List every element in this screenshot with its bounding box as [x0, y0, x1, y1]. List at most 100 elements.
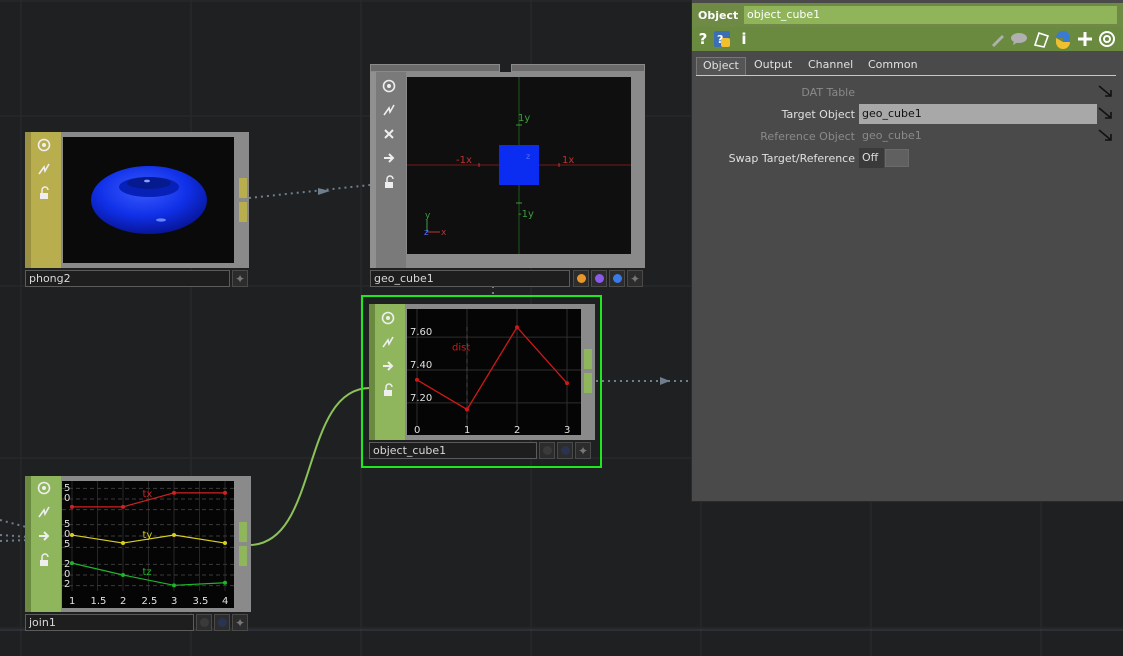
bypass-icon[interactable]: [379, 100, 399, 120]
x-tick-label: 3.5: [193, 596, 209, 607]
comment-icon[interactable]: [1010, 29, 1028, 49]
node-label[interactable]: object_cube1: [369, 442, 537, 459]
x-tick-label: 1: [464, 425, 470, 435]
plus-icon: ✦: [577, 443, 589, 458]
clone-icon[interactable]: [1032, 29, 1050, 49]
dist-chart: 0 1 2 3 7.20 7.40 7.60 dist: [407, 309, 581, 435]
geo-viewer[interactable]: 1y -1y -1x 1x z y z x: [407, 77, 631, 254]
wire-phong2-to-geo: [248, 184, 371, 199]
node-phong2[interactable]: phong2 ✦: [25, 132, 249, 287]
object-output-connector-2[interactable]: [584, 373, 592, 393]
target-object-field[interactable]: geo_cube1: [859, 104, 1097, 124]
bypass-icon[interactable]: [34, 502, 54, 522]
python-help-icon[interactable]: ?: [712, 29, 732, 49]
data-point-ty: [223, 541, 227, 546]
data-point-tx: [172, 490, 176, 495]
y-tick-label: 2: [64, 579, 70, 590]
node-join1[interactable]: 1 1.5 2 2.5 3 3.5 4 5 0 tx 5 0 5 ty 2 0 2 tz join1 ✦: [25, 476, 251, 632]
phong2-strip: [25, 132, 61, 268]
node-label[interactable]: join1: [25, 614, 194, 631]
param-label-reference-object: Reference Object: [760, 130, 855, 143]
close-icon[interactable]: [379, 124, 399, 144]
tab-common[interactable]: Common: [862, 57, 924, 75]
help-button[interactable]: ?: [696, 29, 710, 49]
lock-icon[interactable]: [34, 183, 54, 203]
tab-channel[interactable]: Channel: [802, 57, 859, 75]
add-icon[interactable]: [1076, 29, 1094, 49]
node-object_cube1[interactable]: 0 1 2 3 7.20 7.40 7.60 dist object_cube1 ✦: [361, 295, 602, 468]
lock-icon[interactable]: [34, 550, 54, 570]
plus-icon: ✦: [234, 615, 246, 630]
reference-object-field[interactable]: geo_cube1: [859, 126, 1097, 146]
flag-dark-blue[interactable]: [557, 442, 573, 459]
python-icon[interactable]: [1054, 29, 1072, 49]
viewer-toggle-icon[interactable]: [34, 135, 54, 155]
flag-orange[interactable]: [573, 270, 589, 287]
data-point-dist: [465, 407, 469, 412]
info-button[interactable]: i: [738, 29, 750, 49]
display-flag[interactable]: ✦: [575, 442, 591, 459]
series-line-dist: [416, 326, 568, 411]
y-tick-label: 7.20: [410, 393, 432, 404]
txyz-chart: 1 1.5 2 2.5 3 3.5 450 tx505ty202tz: [62, 481, 234, 607]
drop-arrow-icon[interactable]: [1097, 84, 1115, 100]
arrow-right-icon[interactable]: [379, 148, 399, 168]
arrow-right-icon[interactable]: [378, 356, 398, 376]
display-flag[interactable]: ✦: [232, 270, 248, 287]
x-tick-label: 2: [120, 596, 126, 607]
flag-dark-blue[interactable]: [214, 614, 230, 631]
join-output-connector-2[interactable]: [239, 546, 247, 566]
flag-dot: [612, 274, 622, 283]
flag-gray[interactable]: [196, 614, 212, 631]
flag-purple[interactable]: [591, 270, 607, 287]
node-label[interactable]: geo_cube1: [370, 270, 570, 287]
phong2-output-connector-2[interactable]: [239, 202, 247, 222]
x-tick-label: 1.5: [91, 596, 107, 607]
target-icon[interactable]: [1098, 29, 1116, 49]
flag-dot: [199, 618, 209, 627]
data-point-dist: [565, 381, 569, 386]
node-label[interactable]: phong2: [25, 270, 230, 287]
viewer-toggle-icon[interactable]: [34, 478, 54, 498]
viewer-toggle-icon[interactable]: [378, 308, 398, 328]
axis-label-pos-x: 1x: [562, 155, 574, 166]
drop-arrow-icon[interactable]: [1097, 106, 1115, 122]
x-tick-label: 3: [171, 596, 177, 607]
object-chop-viewer[interactable]: 0 1 2 3 7.20 7.40 7.60 dist: [407, 309, 581, 435]
tab-object[interactable]: Object: [696, 57, 746, 75]
series-label-tx: tx: [143, 489, 153, 500]
join-output-connector[interactable]: [239, 522, 247, 542]
edit-icon[interactable]: [988, 29, 1006, 49]
arrow-right-icon[interactable]: [34, 526, 54, 546]
join-chop-viewer[interactable]: 1 1.5 2 2.5 3 3.5 4 5 0 tx 5 0 5 ty 2 0 2 tz: [62, 481, 234, 608]
display-flag[interactable]: ✦: [232, 614, 248, 631]
data-point-dist: [415, 377, 419, 382]
data-point-tx: [70, 504, 74, 509]
flag-blue[interactable]: [609, 270, 625, 287]
object-output-connector[interactable]: [584, 349, 592, 369]
viewer-toggle-icon[interactable]: [379, 76, 399, 96]
node-geo_cube1[interactable]: 1y -1y -1x 1x z y z x geo_cube1 ✦: [370, 64, 645, 287]
swap-toggle[interactable]: Off: [859, 148, 884, 168]
lock-icon[interactable]: [378, 380, 398, 400]
x-tick-label: 2: [514, 425, 520, 435]
flag-gray[interactable]: [539, 442, 555, 459]
data-point-tz: [223, 580, 227, 585]
parameter-panel[interactable]: Object object_cube1 ? ? i Object Output …: [691, 0, 1123, 502]
x-tick-label: 4: [222, 596, 228, 607]
panel-title-bar: Object object_cube1: [692, 3, 1123, 27]
phong2-viewer[interactable]: [63, 137, 234, 263]
lock-icon[interactable]: [379, 172, 399, 192]
plus-icon: ✦: [234, 271, 246, 286]
gizmo-z: z: [424, 228, 429, 238]
phong2-output-connector[interactable]: [239, 178, 247, 198]
swap-toggle-knob[interactable]: [885, 149, 909, 167]
axis-label-neg-x: -1x: [456, 155, 472, 166]
bypass-icon[interactable]: [34, 159, 54, 179]
tab-output[interactable]: Output: [748, 57, 798, 75]
display-flag[interactable]: ✦: [627, 270, 643, 287]
drop-arrow-icon[interactable]: [1097, 128, 1115, 144]
operator-name-field[interactable]: object_cube1: [744, 6, 1117, 24]
bypass-icon[interactable]: [378, 332, 398, 352]
data-point-tz: [70, 561, 74, 566]
